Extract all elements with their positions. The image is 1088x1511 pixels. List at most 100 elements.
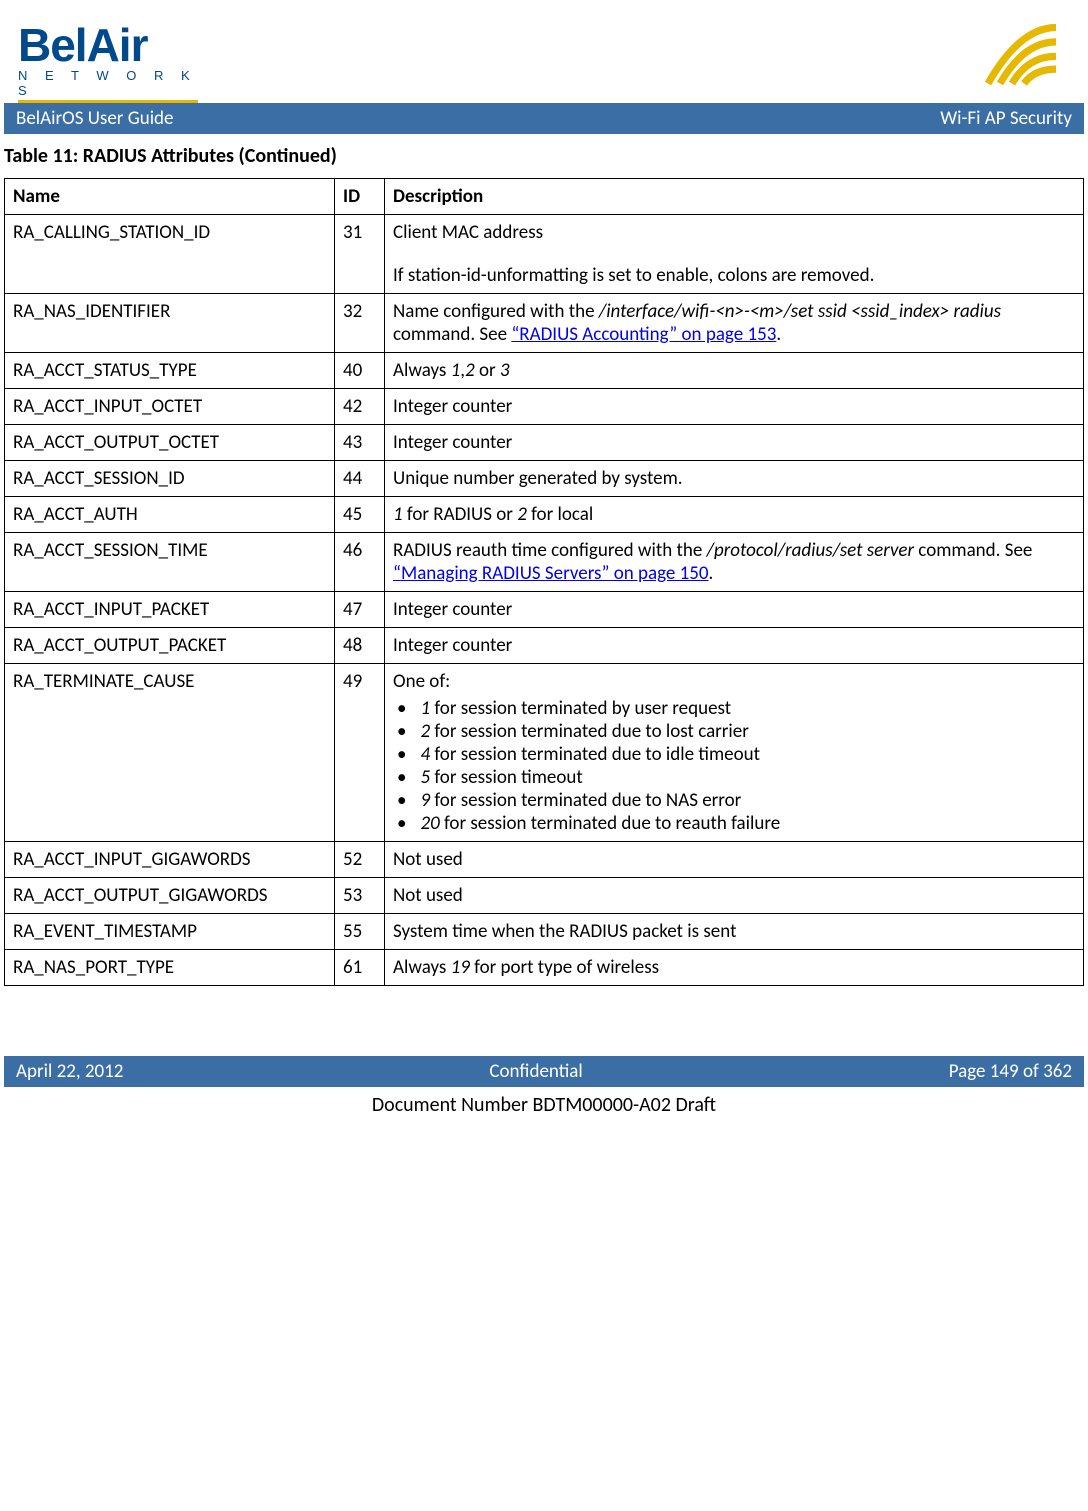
cell-id: 53	[335, 878, 385, 914]
title-bar: BelAirOS User Guide Wi-Fi AP Security	[4, 103, 1084, 134]
cell-desc: Name configured with the /interface/wifi…	[385, 294, 1084, 353]
text: for session terminated due to reauth fai…	[440, 812, 780, 835]
list-item: 2 for session terminated due to lost car…	[397, 720, 1075, 743]
italic-text: 3	[500, 359, 510, 382]
text: One of:	[393, 670, 1075, 693]
logo-brand-text: BelAir	[18, 18, 198, 72]
text: for port type of wireless	[470, 956, 659, 979]
cell-desc: One of: 1 for session terminated by user…	[385, 664, 1084, 842]
cell-name: RA_ACCT_INPUT_PACKET	[5, 592, 335, 628]
table-row: RA_EVENT_TIMESTAMP 55 System time when t…	[5, 914, 1084, 950]
italic-text: 5	[420, 766, 430, 789]
cell-name: RA_ACCT_SESSION_TIME	[5, 533, 335, 592]
cell-desc: Always 1,2 or 3	[385, 353, 1084, 389]
text: command. See	[914, 539, 1032, 562]
cell-id: 49	[335, 664, 385, 842]
cell-name: RA_ACCT_OUTPUT_GIGAWORDS	[5, 878, 335, 914]
th-name: Name	[5, 179, 335, 215]
footer-page-number: Page 149 of 362	[949, 1060, 1072, 1083]
cell-name: RA_ACCT_OUTPUT_OCTET	[5, 425, 335, 461]
italic-text: 1	[393, 503, 403, 526]
text: .	[709, 562, 714, 585]
cell-id: 40	[335, 353, 385, 389]
table-header-row: Name ID Description	[5, 179, 1084, 215]
cell-name: RA_ACCT_SESSION_ID	[5, 461, 335, 497]
italic-text: /protocol/radius/set server	[707, 539, 914, 562]
text: for RADIUS or	[403, 503, 518, 526]
cell-desc: Client MAC address If station-id-unforma…	[385, 215, 1084, 294]
text: for session terminated due to idle timeo…	[430, 743, 760, 766]
th-id: ID	[335, 179, 385, 215]
table-row: RA_NAS_PORT_TYPE 61 Always 19 for port t…	[5, 950, 1084, 986]
italic-text: 19	[451, 956, 470, 979]
italic-text: /interface/wifi-<n>-<m>/set ssid <ssid_i…	[599, 300, 1001, 323]
cell-name: RA_EVENT_TIMESTAMP	[5, 914, 335, 950]
cell-desc: 1 for RADIUS or 2 for local	[385, 497, 1084, 533]
list-item: 1 for session terminated by user request	[397, 697, 1075, 720]
cell-name: RA_ACCT_INPUT_GIGAWORDS	[5, 842, 335, 878]
wifi-swoosh-icon	[980, 18, 1070, 93]
cell-id: 44	[335, 461, 385, 497]
cell-id: 48	[335, 628, 385, 664]
cell-id: 46	[335, 533, 385, 592]
table-row: RA_ACCT_INPUT_PACKET 47 Integer counter	[5, 592, 1084, 628]
cross-reference-link[interactable]: “Managing RADIUS Servers” on page 150	[393, 562, 709, 585]
text: for session terminated by user request	[430, 697, 731, 720]
cell-desc: Integer counter	[385, 425, 1084, 461]
italic-text: 1	[451, 359, 461, 382]
list-item: 5 for session timeout	[397, 766, 1075, 789]
italic-text: 2	[420, 720, 430, 743]
terminate-cause-list: 1 for session terminated by user request…	[393, 697, 1075, 835]
table-row: RA_ACCT_STATUS_TYPE 40 Always 1,2 or 3	[5, 353, 1084, 389]
cell-desc: Not used	[385, 842, 1084, 878]
text: command. See	[393, 323, 511, 346]
text: Always	[393, 956, 451, 979]
table-row: RA_ACCT_OUTPUT_PACKET 48 Integer counter	[5, 628, 1084, 664]
table-row: RA_ACCT_OUTPUT_GIGAWORDS 53 Not used	[5, 878, 1084, 914]
italic-text: 2	[465, 359, 475, 382]
table-caption: Table 11: RADIUS Attributes (Continued)	[0, 134, 1088, 178]
cell-desc: Always 19 for port type of wireless	[385, 950, 1084, 986]
text: Name configured with the	[393, 300, 599, 323]
table-row: RA_ACCT_OUTPUT_OCTET 43 Integer counter	[5, 425, 1084, 461]
logo-networks-text: N E T W O R K S	[18, 68, 198, 98]
cell-id: 52	[335, 842, 385, 878]
page-header: BelAir N E T W O R K S	[0, 0, 1088, 103]
italic-text: 20	[420, 812, 439, 835]
cell-desc: RADIUS reauth time configured with the /…	[385, 533, 1084, 592]
list-item: 20 for session terminated due to reauth …	[397, 812, 1075, 835]
text: RADIUS reauth time configured with the	[393, 539, 707, 562]
table-row: RA_TERMINATE_CAUSE 49 One of: 1 for sess…	[5, 664, 1084, 842]
table-row: RA_ACCT_AUTH 45 1 for RADIUS or 2 for lo…	[5, 497, 1084, 533]
cell-id: 45	[335, 497, 385, 533]
cell-id: 42	[335, 389, 385, 425]
radius-attributes-table: Name ID Description RA_CALLING_STATION_I…	[4, 178, 1084, 986]
text: .	[776, 323, 781, 346]
cell-desc: System time when the RADIUS packet is se…	[385, 914, 1084, 950]
cell-id: 32	[335, 294, 385, 353]
cell-name: RA_TERMINATE_CAUSE	[5, 664, 335, 842]
cell-desc: Integer counter	[385, 628, 1084, 664]
footer-date: April 22, 2012	[16, 1060, 123, 1083]
table-row: RA_ACCT_SESSION_TIME 46 RADIUS reauth ti…	[5, 533, 1084, 592]
text: for local	[527, 503, 593, 526]
list-item: 9 for session terminated due to NAS erro…	[397, 789, 1075, 812]
cross-reference-link[interactable]: “RADIUS Accounting” on page 153	[511, 323, 776, 346]
cell-desc: Unique number generated by system.	[385, 461, 1084, 497]
list-item: 4 for session terminated due to idle tim…	[397, 743, 1075, 766]
text: or	[475, 359, 500, 382]
footer-confidential: Confidential	[489, 1060, 582, 1083]
table-row: RA_NAS_IDENTIFIER 32 Name configured wit…	[5, 294, 1084, 353]
cell-id: 47	[335, 592, 385, 628]
text: for session terminated due to NAS error	[430, 789, 741, 812]
italic-text: 1	[420, 697, 430, 720]
cell-id: 43	[335, 425, 385, 461]
footer-bar: April 22, 2012 Confidential Page 149 of …	[4, 1056, 1084, 1087]
cell-id: 31	[335, 215, 385, 294]
cell-desc: Not used	[385, 878, 1084, 914]
cell-id: 61	[335, 950, 385, 986]
table-row: RA_CALLING_STATION_ID 31 Client MAC addr…	[5, 215, 1084, 294]
cell-desc: Integer counter	[385, 592, 1084, 628]
cell-desc: Integer counter	[385, 389, 1084, 425]
table-row: RA_ACCT_SESSION_ID 44 Unique number gene…	[5, 461, 1084, 497]
